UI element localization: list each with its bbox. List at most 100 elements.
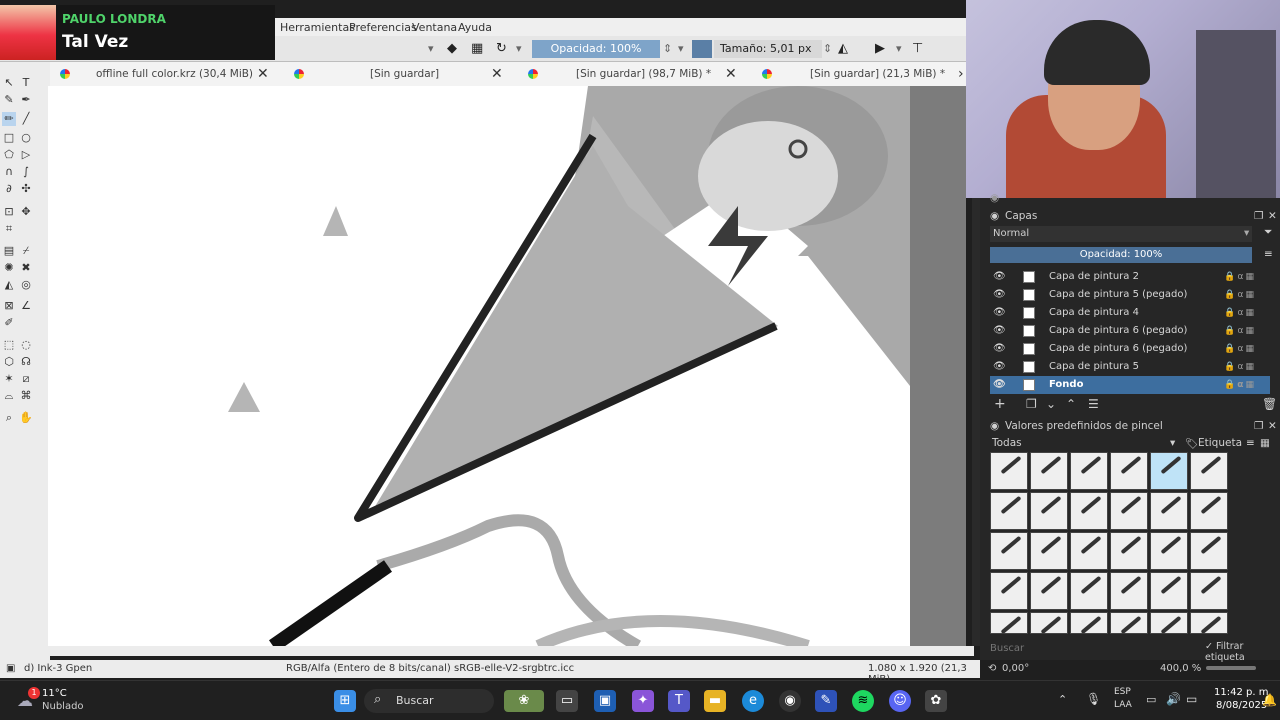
brush-preset[interactable] <box>1190 532 1228 570</box>
brush-preset[interactable] <box>1070 612 1108 634</box>
brush-preset[interactable] <box>1110 452 1148 490</box>
layer-opacity-slider[interactable]: Opacidad: 100% <box>990 247 1252 263</box>
brush-preset[interactable] <box>1070 452 1108 490</box>
notifications-icon[interactable]: 🔔 <box>1262 693 1277 707</box>
select-shapes-icon[interactable]: ↖ <box>2 76 16 90</box>
layer-row[interactable]: 👁 Capa de pintura 6 (pegado) 🔒α▦ <box>990 322 1270 340</box>
gradient-tool-icon[interactable]: ▤ <box>2 244 16 258</box>
rotation-value[interactable]: 0,00° <box>1002 663 1029 674</box>
filter-tag-checkbox[interactable]: ✓ Filtrar etiqueta <box>1205 641 1280 663</box>
reference-tool-icon[interactable]: ✐ <box>2 316 16 330</box>
brush-preset[interactable] <box>1150 612 1188 634</box>
brush-preset[interactable] <box>1190 492 1228 530</box>
brush-preset[interactable] <box>1190 452 1228 490</box>
brush-preset[interactable] <box>1030 612 1068 634</box>
menu-icon[interactable]: ≡ <box>1264 248 1273 260</box>
menu-icon[interactable]: ≡ <box>1246 437 1255 449</box>
brush-preset-selected[interactable] <box>1150 452 1188 490</box>
polyline-tool-icon[interactable]: ▷ <box>19 148 33 162</box>
eye-icon[interactable]: 👁 <box>993 304 1006 322</box>
layer-flags-icon[interactable]: 🔒α▦ <box>1224 268 1256 286</box>
layer-row-active[interactable]: 👁 Fondo 🔒α▦ <box>990 376 1270 394</box>
menu-herramientas[interactable]: Herramientas <box>280 21 355 34</box>
canvas-area[interactable] <box>48 86 966 646</box>
language-layout[interactable]: LAA <box>1114 700 1132 710</box>
tag-select[interactable]: Etiqueta <box>1198 437 1242 449</box>
pen-app-icon[interactable]: ✎ <box>815 690 837 712</box>
bezier-tool-icon[interactable]: ∩ <box>2 165 16 179</box>
layer-row[interactable]: 👁 Capa de pintura 4 🔒α▦ <box>990 304 1270 322</box>
brush-preset[interactable] <box>1150 572 1188 610</box>
spotify-icon[interactable]: ≋ <box>852 690 874 712</box>
reload-icon[interactable]: ↻ <box>496 40 507 58</box>
layer-row[interactable]: 👁 Capa de pintura 5 🔒α▦ <box>990 358 1270 376</box>
polygon-select-icon[interactable]: ⬡ <box>2 355 16 369</box>
task-view-icon[interactable]: ▭ <box>556 690 578 712</box>
layer-flags-icon[interactable]: 🔒α▦ <box>1224 322 1256 340</box>
brush-preset[interactable] <box>990 492 1028 530</box>
chevron-down-icon[interactable]: ▾ <box>1244 227 1249 239</box>
spin-arrows-icon[interactable]: ⇕ <box>823 40 832 58</box>
close-icon[interactable]: ✕ <box>1268 420 1277 432</box>
line-tool-icon[interactable]: ╱ <box>19 112 33 126</box>
size-slider[interactable]: Tamaño: 5,01 px <box>714 40 822 58</box>
teams-icon[interactable]: T <box>668 690 690 712</box>
widgets-icon[interactable]: ❀ <box>504 690 544 712</box>
ellipse-select-icon[interactable]: ◌ <box>19 338 33 352</box>
spin-arrows-icon[interactable]: ⇕ <box>663 40 672 58</box>
chevron-down-icon[interactable]: ▾ <box>678 40 684 58</box>
move-down-icon[interactable]: ⌄ <box>1046 397 1056 411</box>
chevron-down-icon[interactable]: ▾ <box>896 40 902 58</box>
windows-start-icon[interactable]: ⊞ <box>334 690 356 712</box>
brush-preset[interactable] <box>1110 612 1148 634</box>
brush-preset[interactable] <box>1110 532 1148 570</box>
discord-icon[interactable]: ☺ <box>889 690 911 712</box>
close-icon[interactable]: ✕ <box>491 62 503 86</box>
brush-preset[interactable] <box>1070 572 1108 610</box>
krita-taskbar-icon[interactable]: ✿ <box>925 690 947 712</box>
rotate-icon[interactable]: ⟲ <box>988 663 996 674</box>
brush-preset[interactable] <box>1070 532 1108 570</box>
properties-icon[interactable]: ☰ <box>1088 397 1099 411</box>
drawing-canvas[interactable] <box>48 86 910 646</box>
brush-preset[interactable] <box>1150 492 1188 530</box>
volume-icon[interactable]: 🔊 <box>1166 692 1181 706</box>
brush-preset[interactable] <box>990 532 1028 570</box>
opacity-slider[interactable]: Opacidad: 100% <box>532 40 660 58</box>
eye-icon[interactable]: 👁 <box>993 322 1006 340</box>
float-icon[interactable]: ❐ <box>1254 210 1263 222</box>
blend-mode-select[interactable]: Normal <box>990 226 1252 242</box>
brush-preset[interactable] <box>990 612 1028 634</box>
smart-patch-icon[interactable]: ✺ <box>2 261 16 275</box>
close-icon[interactable]: ✕ <box>725 62 737 86</box>
transform-tool-icon[interactable]: ⊡ <box>2 205 16 219</box>
eye-icon[interactable]: 👁 <box>993 358 1006 376</box>
pan-tool-icon[interactable]: ✋ <box>19 411 33 425</box>
contiguous-select-icon[interactable]: ✶ <box>2 372 16 386</box>
polygon-tool-icon[interactable]: ⬠ <box>2 148 16 162</box>
clock-date[interactable]: 8/08/2025 <box>1216 700 1267 711</box>
zoom-tool-icon[interactable]: ⌕ <box>2 411 16 425</box>
trash-icon[interactable]: 🗑 <box>1262 397 1277 411</box>
copilot-icon[interactable]: ✦ <box>632 690 654 712</box>
eraser-icon[interactable]: ◆ <box>447 40 457 58</box>
battery-icon[interactable]: ▭ <box>1186 692 1197 706</box>
assistant-tool-icon[interactable]: ⊠ <box>2 299 16 313</box>
brush-preset[interactable] <box>1030 572 1068 610</box>
chevron-down-icon[interactable]: ▾ <box>428 40 434 58</box>
brush-preset[interactable] <box>1070 492 1108 530</box>
rectangle-tool-icon[interactable]: □ <box>2 131 16 145</box>
rect-select-icon[interactable]: ⬚ <box>2 338 16 352</box>
close-icon[interactable]: ✕ <box>257 62 269 86</box>
chevron-down-icon[interactable]: ▾ <box>516 40 522 58</box>
freehand-path-icon[interactable]: ∫ <box>19 165 33 179</box>
brush-preset[interactable] <box>1030 452 1068 490</box>
brush-preset[interactable] <box>990 572 1028 610</box>
crop-tool-icon[interactable]: ⌗ <box>2 222 16 236</box>
tab-document-1[interactable]: offline full color.krz (30,4 MiB) ✕ <box>50 62 284 86</box>
bezier-select-icon[interactable]: ⌓ <box>2 389 16 403</box>
brush-preset[interactable] <box>1110 572 1148 610</box>
brush-preset[interactable] <box>1150 532 1188 570</box>
tab-document-2[interactable]: [Sin guardar] ✕ <box>284 62 518 86</box>
layer-row[interactable]: 👁 Capa de pintura 6 (pegado) 🔒α▦ <box>990 340 1270 358</box>
